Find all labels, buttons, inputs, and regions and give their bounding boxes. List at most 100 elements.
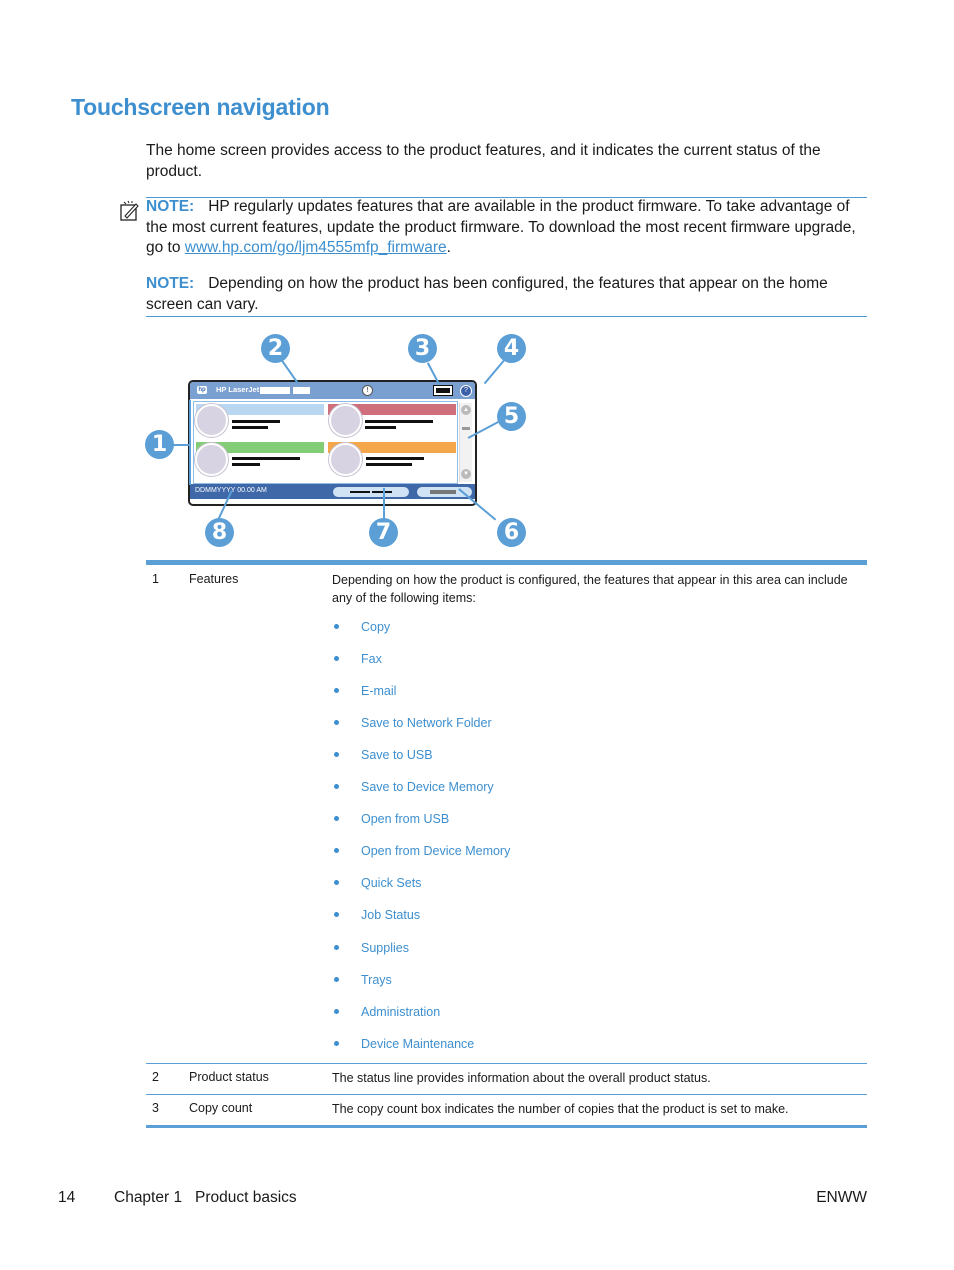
row-divider [146, 1063, 867, 1064]
redacted-text [232, 457, 300, 460]
redacted-text [365, 426, 396, 429]
list-item[interactable]: E-mail [334, 684, 396, 698]
item-label: Copy [361, 620, 391, 634]
redacted-text [232, 420, 280, 423]
row-number: 1 [152, 572, 159, 586]
scroll-bar[interactable]: ▲ ▼ [459, 403, 472, 482]
table-bottom-rule [146, 1125, 867, 1128]
bullet-icon [334, 816, 339, 822]
redacted-text [365, 420, 433, 423]
item-label: Fax [361, 652, 382, 666]
row-description: The status line provides information abo… [332, 1071, 711, 1085]
bullet-icon [334, 624, 339, 630]
row-name: Features [189, 572, 239, 586]
item-label: E-mail [361, 684, 397, 698]
list-item[interactable]: Quick Sets [334, 876, 421, 890]
list-item[interactable]: Save to Network Folder [334, 716, 492, 730]
callout-6: 6 [497, 518, 526, 547]
item-label: Device Maintenance [361, 1037, 475, 1051]
bullet-icon [334, 880, 339, 886]
row-name: Copy count [189, 1101, 253, 1115]
row-number: 3 [152, 1101, 159, 1115]
list-item[interactable]: Open from Device Memory [334, 844, 510, 858]
callout-3: 3 [408, 334, 437, 363]
list-item[interactable]: Save to USB [334, 748, 433, 762]
bullet-icon [334, 1009, 339, 1015]
bullet-icon [334, 720, 339, 726]
redacted-model [293, 387, 310, 394]
page-number: 14 [58, 1189, 76, 1206]
callout-5: 5 [497, 402, 526, 431]
bullet-icon [334, 784, 339, 790]
row-number: 2 [152, 1070, 159, 1084]
scroll-thumb[interactable] [462, 427, 470, 430]
callout-7: 7 [369, 518, 398, 547]
item-label: Trays [361, 973, 392, 987]
bullet-icon [334, 848, 339, 854]
list-item[interactable]: Job Status [334, 908, 420, 922]
callout-8: 8 [205, 518, 234, 547]
leader-line [172, 444, 190, 446]
bullet-icon [334, 656, 339, 662]
locale-code: ENWW [816, 1189, 867, 1206]
bullet-icon [334, 752, 339, 758]
item-label: Administration [361, 1005, 441, 1019]
bullet-icon [334, 945, 339, 951]
redacted-text [232, 426, 268, 429]
list-item[interactable]: Copy [334, 620, 390, 634]
bullet-icon [334, 1041, 339, 1047]
redacted-model [260, 387, 290, 394]
features-area [193, 401, 458, 484]
home-screen-diagram: hp HP LaserJet ! ? ▲ ▼ DDMMYYYY 00.00 AM… [0, 0, 954, 560]
item-label: Open from USB [361, 812, 450, 826]
copy-icon[interactable] [195, 404, 228, 437]
scroll-up-icon[interactable]: ▲ [461, 405, 471, 415]
bullet-icon [334, 912, 339, 918]
item-label: Job Status [361, 908, 421, 922]
network-address-button[interactable] [333, 486, 409, 497]
leader-line [189, 400, 191, 485]
callout-1: 1 [145, 430, 174, 459]
list-item[interactable]: Device Maintenance [334, 1037, 474, 1051]
row-divider [146, 1094, 867, 1095]
callout-2: 2 [261, 334, 290, 363]
envelope-icon[interactable] [195, 443, 228, 476]
list-item[interactable]: Trays [334, 973, 392, 987]
footer-bar: DDMMYYYY 00.00 AM [190, 484, 475, 499]
copy-count-box[interactable] [433, 385, 453, 396]
item-label: Open from Device Memory [361, 844, 511, 858]
warning-icon[interactable]: ! [362, 385, 373, 396]
redacted-text [366, 457, 424, 460]
redacted-text [372, 490, 392, 493]
list-item[interactable]: Fax [334, 652, 382, 666]
item-label: Save to Network Folder [361, 716, 492, 730]
status-bar: hp HP LaserJet ! ? [190, 382, 475, 399]
scroll-down-icon[interactable]: ▼ [461, 469, 471, 479]
redacted-text [430, 489, 456, 494]
redacted-text [350, 490, 370, 493]
hp-logo-icon: hp [197, 386, 207, 394]
callout-4: 4 [497, 334, 526, 363]
fax-icon[interactable] [329, 404, 362, 437]
item-label: Save to USB [361, 748, 433, 762]
leader-line [484, 360, 505, 385]
chapter-title: Chapter 1 Product basics [114, 1189, 297, 1206]
list-item[interactable]: Supplies [334, 941, 409, 955]
redacted-text [366, 463, 412, 466]
folder-icon[interactable] [329, 443, 362, 476]
bullet-icon [334, 977, 339, 983]
redacted-text [232, 463, 260, 466]
list-item[interactable]: Save to Device Memory [334, 780, 494, 794]
row-description: Depending on how the product is configur… [332, 573, 848, 605]
row-description: The copy count box indicates the number … [332, 1102, 789, 1116]
bullet-icon [334, 688, 339, 694]
leader-line [383, 488, 385, 520]
list-item[interactable]: Open from USB [334, 812, 449, 826]
list-item[interactable]: Administration [334, 1005, 440, 1019]
item-label: Save to Device Memory [361, 780, 494, 794]
item-label: Supplies [361, 941, 409, 955]
item-label: Quick Sets [361, 876, 422, 890]
help-icon[interactable]: ? [460, 385, 472, 397]
product-status-text: HP LaserJet [216, 385, 260, 394]
row-name: Product status [189, 1070, 269, 1084]
